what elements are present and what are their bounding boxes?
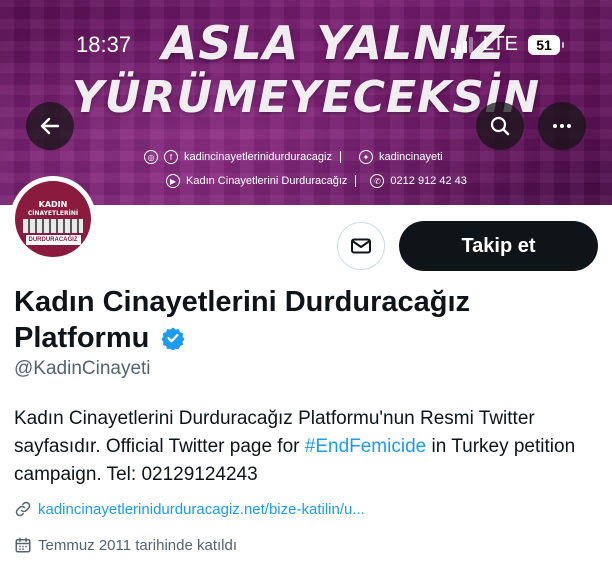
- banner-website: kadincinayetlerinidurduracagiz: [184, 151, 332, 163]
- arrow-left-icon: [40, 117, 60, 135]
- back-button[interactable]: [26, 102, 74, 150]
- phone-icon: ✆: [370, 174, 385, 188]
- avatar-text-2: CİNAYETLERİNİ: [27, 209, 79, 217]
- status-time: 18:37: [76, 32, 132, 57]
- link-icon: [15, 501, 31, 517]
- banner-youtube: Kadın Cinayetlerini Durduracağız: [186, 175, 348, 187]
- profile-banner: ASLA YALNIZ YÜRÜMEYECEKSİN ◎ f kadincina…: [0, 0, 612, 205]
- profile-name-text: Kadın Cinayetlerini Durduracağız Platfor…: [14, 286, 471, 354]
- profile-joined-date: Temmuz 2011 tarihinde katıldı: [14, 536, 237, 554]
- banner-phone: 0212 912 42 43: [390, 175, 467, 187]
- calendar-icon: [15, 537, 31, 553]
- more-horizontal-icon: [553, 124, 571, 128]
- youtube-icon: ▶: [166, 174, 180, 188]
- banner-contact-row-1: ◎ f kadincinayetlerinidurduracagiz ✦ kad…: [144, 150, 443, 164]
- avatar-logo: KADIN CİNAYETLERİNİ DURDURACAĞIZ: [15, 181, 91, 257]
- status-indicators: LTE 51: [450, 33, 564, 56]
- battery-level: 51: [536, 36, 552, 53]
- search-icon: [490, 116, 510, 136]
- more-options-button[interactable]: [538, 102, 586, 150]
- avatar-faces-strip: [23, 218, 83, 233]
- network-type: LTE: [482, 33, 518, 55]
- twitter-icon: ✦: [358, 150, 373, 164]
- avatar[interactable]: KADIN CİNAYETLERİNİ DURDURACAĞIZ: [10, 176, 96, 262]
- instagram-icon: ◎: [144, 150, 158, 164]
- avatar-text-1: KADIN: [38, 199, 68, 209]
- profile-name: Kadın Cinayetlerini Durduracağız Platfor…: [14, 284, 574, 356]
- profile-handle: @KadinCinayeti: [14, 358, 151, 379]
- banner-twitter: kadincinayeti: [378, 151, 443, 163]
- verified-badge-icon[interactable]: [161, 326, 186, 350]
- envelope-icon: [351, 238, 371, 254]
- search-button[interactable]: [476, 102, 524, 150]
- message-button[interactable]: [337, 222, 385, 270]
- website-link[interactable]: kadincinayetlerinidurduracagiz.net/bize-…: [38, 501, 365, 518]
- avatar-text-3: DURDURACAĞIZ: [25, 234, 81, 245]
- profile-bio: Kadın Cinayetlerini Durduracağız Platfor…: [14, 405, 604, 489]
- facebook-icon: f: [164, 150, 178, 164]
- signal-icon: [450, 36, 473, 53]
- banner-contact-row-2: ▶ Kadın Cinayetlerini Durduracağız ✆ 021…: [166, 174, 467, 188]
- profile-website: kadincinayetlerinidurduracagiz.net/bize-…: [14, 500, 365, 518]
- joined-text: Temmuz 2011 tarihinde katıldı: [38, 536, 237, 554]
- follow-button[interactable]: Takip et: [399, 221, 598, 271]
- battery-icon: 51: [528, 34, 564, 55]
- bio-hashtag-link[interactable]: #EndFemicide: [305, 436, 426, 457]
